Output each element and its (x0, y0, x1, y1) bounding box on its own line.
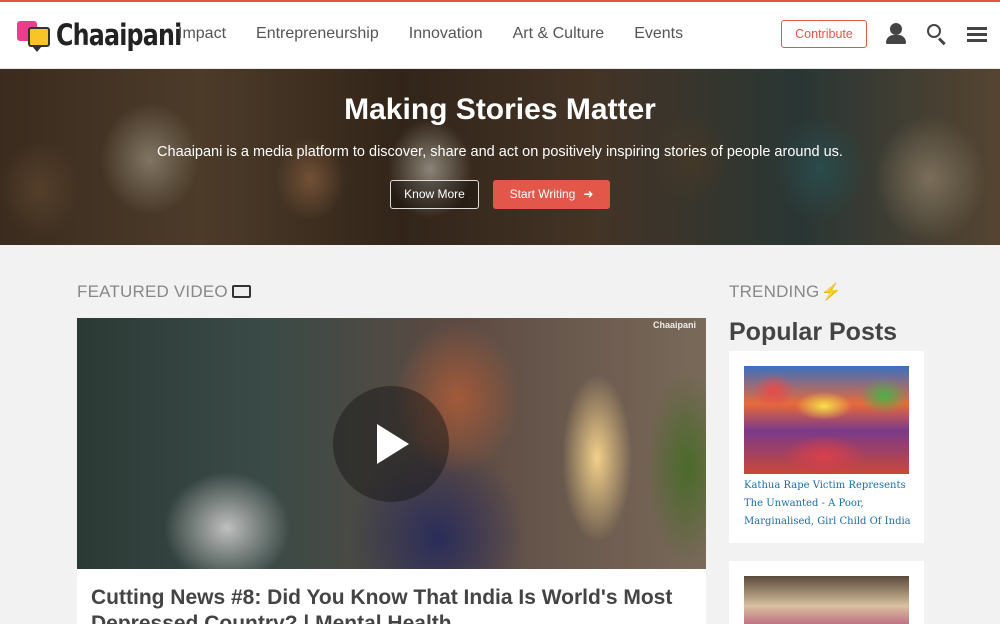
nav-item-innovation[interactable]: Innovation (409, 25, 483, 43)
popular-post-card[interactable]: Kathua Rape Victim Represents The Unwant… (729, 351, 924, 543)
hero-title: Making Stories Matter (344, 93, 656, 126)
site-header: Chaaipani Impact Entrepreneurship Innova… (0, 0, 1000, 69)
start-writing-label: Start Writing (509, 187, 576, 201)
brand-name: Chaaipani (56, 18, 182, 52)
hero-banner: Making Stories Matter Chaaipani is a med… (0, 69, 1000, 245)
post-title-link[interactable]: Kathua Rape Victim Represents The Unwant… (744, 477, 914, 531)
featured-video-heading: FEATURED VIDEO (77, 282, 251, 302)
hamburger-menu-icon[interactable] (965, 22, 989, 46)
chat-bubbles-logo-icon (16, 19, 52, 52)
lightning-bolt-icon: ⚡ (821, 284, 842, 301)
trending-heading: TRENDING ⚡ (729, 282, 842, 302)
nav-item-events[interactable]: Events (634, 25, 683, 43)
post-thumbnail[interactable] (744, 366, 909, 474)
user-icon[interactable] (884, 22, 908, 46)
video-camera-icon (231, 285, 251, 298)
arrow-right-icon: ➜ (583, 187, 594, 201)
contribute-button[interactable]: Contribute (781, 20, 867, 48)
popular-posts-heading: Popular Posts (729, 318, 898, 346)
play-button[interactable] (333, 386, 449, 502)
featured-video-player[interactable]: Chaaipani (77, 318, 706, 569)
nav-item-art-culture[interactable]: Art & Culture (513, 25, 605, 43)
know-more-button[interactable]: Know More (390, 180, 479, 209)
hero-subtitle: Chaaipani is a media platform to discove… (157, 144, 843, 160)
nav-item-entrepreneurship[interactable]: Entrepreneurship (256, 25, 379, 43)
main-nav: Impact Entrepreneurship Innovation Art &… (178, 25, 713, 43)
play-icon (377, 424, 409, 464)
post-thumbnail[interactable] (744, 576, 909, 624)
featured-video-label: FEATURED VIDEO (77, 282, 228, 301)
start-writing-button[interactable]: Start Writing ➜ (493, 180, 610, 209)
featured-video-title[interactable]: Cutting News #8: Did You Know That India… (91, 585, 691, 624)
video-watermark: Chaaipani (652, 320, 696, 330)
nav-item-impact[interactable]: Impact (178, 25, 226, 43)
search-icon[interactable] (925, 22, 949, 46)
featured-video-caption: Cutting News #8: Did You Know That India… (77, 569, 706, 624)
trending-label: TRENDING (729, 282, 820, 301)
popular-post-card[interactable] (729, 561, 924, 624)
